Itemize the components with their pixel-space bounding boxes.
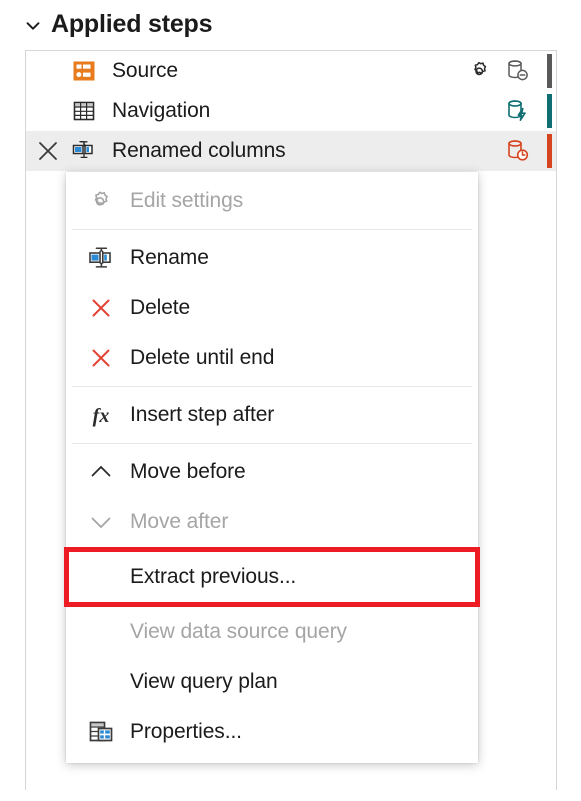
- menu-item-label: Edit settings: [130, 189, 243, 213]
- source-step-icon: [70, 57, 98, 85]
- applied-steps-header[interactable]: Applied steps: [25, 4, 212, 44]
- menu-item-label: View data source query: [130, 620, 347, 644]
- menu-item-label: Extract previous...: [130, 565, 296, 589]
- table-step-icon: [70, 97, 98, 125]
- menu-item-label: Rename: [130, 246, 209, 270]
- applied-step-row-actions: [466, 51, 556, 91]
- menu-item-label: Move before: [130, 460, 246, 484]
- applied-step-row-source[interactable]: Source: [26, 51, 556, 91]
- menu-separator: [72, 229, 472, 230]
- applied-step-row-renamed-columns[interactable]: Renamed columns: [26, 131, 556, 171]
- chevron-down-icon: [82, 503, 120, 541]
- database-clock-icon: [504, 137, 532, 165]
- svg-text:fx: fx: [93, 405, 110, 427]
- menu-item-label: Delete: [130, 296, 190, 320]
- applied-step-row-actions: [504, 131, 556, 171]
- menu-item-properties[interactable]: Properties...: [66, 707, 478, 757]
- menu-item-icon-placeholder: [82, 558, 120, 596]
- fx-icon: fx: [82, 396, 120, 434]
- menu-item-view-query-plan[interactable]: View query plan: [66, 657, 478, 707]
- applied-step-context-menu: Edit settings Rename Delete: [66, 172, 478, 763]
- menu-item-icon-placeholder: [82, 663, 120, 701]
- chevron-down-icon[interactable]: [25, 18, 41, 34]
- close-icon[interactable]: [30, 133, 66, 169]
- applied-step-row-actions: [504, 91, 556, 131]
- rename-icon: [82, 239, 120, 277]
- page-title: Applied steps: [51, 10, 212, 39]
- delete-x-icon: [82, 289, 120, 327]
- chevron-up-icon: [82, 453, 120, 491]
- menu-item-label: Move after: [130, 510, 228, 534]
- database-lightning-icon: [504, 97, 532, 125]
- applied-step-label: Navigation: [112, 99, 210, 123]
- menu-item-delete-until-end[interactable]: Delete until end: [66, 333, 478, 383]
- step-status-bar: [547, 94, 552, 128]
- menu-item-insert-step-after[interactable]: fx Insert step after: [66, 390, 478, 440]
- database-minus-icon: [504, 57, 532, 85]
- step-status-bar: [547, 134, 552, 168]
- menu-item-view-data-source-query[interactable]: View data source query: [66, 607, 478, 657]
- menu-item-label: Delete until end: [130, 346, 274, 370]
- menu-item-move-after[interactable]: Move after: [66, 497, 478, 547]
- menu-item-extract-previous[interactable]: Extract previous...: [66, 547, 478, 607]
- menu-item-delete[interactable]: Delete: [66, 283, 478, 333]
- menu-item-rename[interactable]: Rename: [66, 233, 478, 283]
- step-status-bar: [547, 54, 552, 88]
- menu-item-label: View query plan: [130, 670, 278, 694]
- gear-icon: [82, 182, 120, 220]
- menu-item-label: Insert step after: [130, 403, 274, 427]
- applied-step-label: Renamed columns: [112, 139, 286, 163]
- menu-item-label: Properties...: [130, 720, 242, 744]
- menu-separator: [72, 443, 472, 444]
- applied-step-row-navigation[interactable]: Navigation: [26, 91, 556, 131]
- delete-x-icon: [82, 339, 120, 377]
- gear-icon[interactable]: [466, 57, 494, 85]
- menu-item-move-before[interactable]: Move before: [66, 447, 478, 497]
- rename-columns-step-icon: [70, 137, 98, 165]
- menu-separator: [72, 386, 472, 387]
- properties-icon: [82, 713, 120, 751]
- menu-item-icon-placeholder: [82, 613, 120, 651]
- menu-item-edit-settings[interactable]: Edit settings: [66, 176, 478, 226]
- applied-step-label: Source: [112, 59, 178, 83]
